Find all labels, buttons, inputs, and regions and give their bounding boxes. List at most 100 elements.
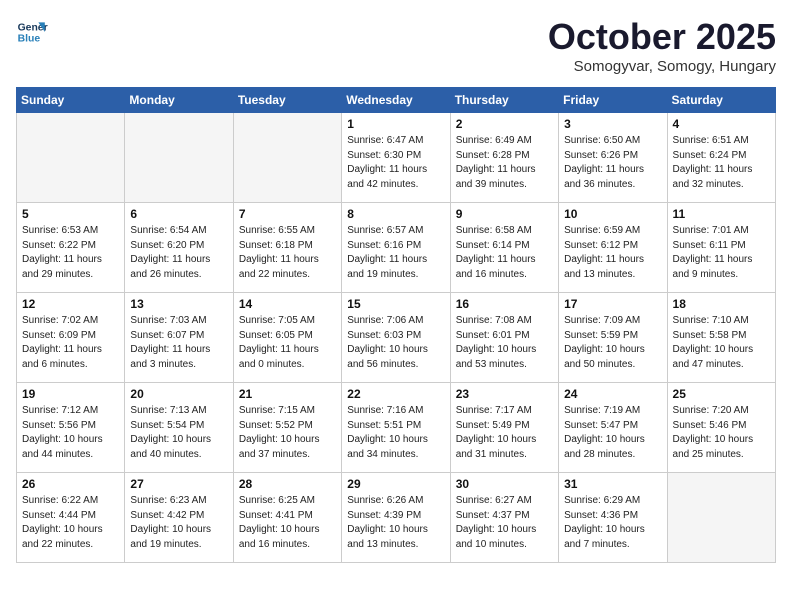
day-number: 1 (347, 117, 444, 131)
day-number: 19 (22, 387, 119, 401)
day-info: Sunrise: 6:50 AM Sunset: 6:26 PM Dayligh… (564, 134, 661, 192)
col-wednesday: Wednesday (342, 88, 450, 113)
day-info: Sunrise: 6:54 AM Sunset: 6:20 PM Dayligh… (130, 224, 227, 282)
day-number: 5 (22, 207, 119, 221)
day-cell (17, 113, 125, 203)
day-number: 24 (564, 387, 661, 401)
day-info: Sunrise: 7:17 AM Sunset: 5:49 PM Dayligh… (456, 404, 553, 462)
day-number: 12 (22, 297, 119, 311)
day-number: 2 (456, 117, 553, 131)
day-cell: 31 Sunrise: 6:29 AM Sunset: 4:36 PM Dayli… (559, 473, 667, 563)
day-info: Sunrise: 6:25 AM Sunset: 4:41 PM Dayligh… (239, 494, 336, 552)
day-info: Sunrise: 6:49 AM Sunset: 6:28 PM Dayligh… (456, 134, 553, 192)
day-cell: 22 Sunrise: 7:16 AM Sunset: 5:51 PM Dayli… (342, 383, 450, 473)
title-block: October 2025 Somogyvar, Somogy, Hungary (548, 16, 776, 75)
day-info: Sunrise: 6:26 AM Sunset: 4:39 PM Dayligh… (347, 494, 444, 552)
day-cell (125, 113, 233, 203)
day-cell: 21 Sunrise: 7:15 AM Sunset: 5:52 PM Dayli… (233, 383, 341, 473)
day-cell: 20 Sunrise: 7:13 AM Sunset: 5:54 PM Dayli… (125, 383, 233, 473)
day-cell: 17 Sunrise: 7:09 AM Sunset: 5:59 PM Dayli… (559, 293, 667, 383)
day-number: 25 (673, 387, 770, 401)
day-cell: 15Sunrise: 7:06 AM Sunset: 6:03 PM Dayli… (342, 293, 450, 383)
day-info: Sunrise: 6:51 AM Sunset: 6:24 PM Dayligh… (673, 134, 770, 192)
day-cell: 19 Sunrise: 7:12 AM Sunset: 5:56 PM Dayli… (17, 383, 125, 473)
day-number: 11 (673, 207, 770, 221)
day-number: 22 (347, 387, 444, 401)
day-number: 20 (130, 387, 227, 401)
week-row-4: 19 Sunrise: 7:12 AM Sunset: 5:56 PM Dayli… (17, 383, 776, 473)
day-info: Sunrise: 6:55 AM Sunset: 6:18 PM Dayligh… (239, 224, 336, 282)
day-info: Sunrise: 7:05 AM Sunset: 6:05 PM Dayligh… (239, 314, 336, 372)
day-number: 29 (347, 477, 444, 491)
day-cell: 7 Sunrise: 6:55 AM Sunset: 6:18 PM Daylig… (233, 203, 341, 293)
day-number: 31 (564, 477, 661, 491)
day-cell: 25 Sunrise: 7:20 AM Sunset: 5:46 PM Dayli… (667, 383, 775, 473)
logo-icon: General Blue (16, 16, 48, 48)
week-row-1: 1Sunrise: 6:47 AM Sunset: 6:30 PM Daylig… (17, 113, 776, 203)
day-number: 6 (130, 207, 227, 221)
day-info: Sunrise: 7:13 AM Sunset: 5:54 PM Dayligh… (130, 404, 227, 462)
day-number: 13 (130, 297, 227, 311)
day-cell: 23Sunrise: 7:17 AM Sunset: 5:49 PM Dayli… (450, 383, 558, 473)
day-cell: 26 Sunrise: 6:22 AM Sunset: 4:44 PM Dayli… (17, 473, 125, 563)
day-cell: 29 Sunrise: 6:26 AM Sunset: 4:39 PM Dayli… (342, 473, 450, 563)
day-cell: 4 Sunrise: 6:51 AM Sunset: 6:24 PM Daylig… (667, 113, 775, 203)
day-info: Sunrise: 6:58 AM Sunset: 6:14 PM Dayligh… (456, 224, 553, 282)
day-cell: 2 Sunrise: 6:49 AM Sunset: 6:28 PM Daylig… (450, 113, 558, 203)
day-cell: 8Sunrise: 6:57 AM Sunset: 6:16 PM Daylig… (342, 203, 450, 293)
day-number: 3 (564, 117, 661, 131)
day-cell: 11 Sunrise: 7:01 AM Sunset: 6:11 PM Dayli… (667, 203, 775, 293)
day-number: 18 (673, 297, 770, 311)
logo: General Blue (16, 16, 48, 48)
day-number: 14 (239, 297, 336, 311)
day-info: Sunrise: 6:22 AM Sunset: 4:44 PM Dayligh… (22, 494, 119, 552)
day-info: Sunrise: 7:16 AM Sunset: 5:51 PM Dayligh… (347, 404, 444, 462)
day-cell: 5 Sunrise: 6:53 AM Sunset: 6:22 PM Daylig… (17, 203, 125, 293)
day-number: 4 (673, 117, 770, 131)
day-number: 28 (239, 477, 336, 491)
day-number: 17 (564, 297, 661, 311)
day-info: Sunrise: 7:06 AM Sunset: 6:03 PM Dayligh… (347, 314, 444, 372)
day-info: Sunrise: 7:03 AM Sunset: 6:07 PM Dayligh… (130, 314, 227, 372)
day-info: Sunrise: 7:08 AM Sunset: 6:01 PM Dayligh… (456, 314, 553, 372)
day-number: 9 (456, 207, 553, 221)
col-friday: Friday (559, 88, 667, 113)
day-info: Sunrise: 7:12 AM Sunset: 5:56 PM Dayligh… (22, 404, 119, 462)
page-header: General Blue October 2025 Somogyvar, Som… (16, 16, 776, 75)
calendar-header-row: Sunday Monday Tuesday Wednesday Thursday… (17, 88, 776, 113)
day-info: Sunrise: 7:02 AM Sunset: 6:09 PM Dayligh… (22, 314, 119, 372)
day-cell: 13 Sunrise: 7:03 AM Sunset: 6:07 PM Dayli… (125, 293, 233, 383)
day-cell: 3 Sunrise: 6:50 AM Sunset: 6:26 PM Daylig… (559, 113, 667, 203)
day-cell: 28 Sunrise: 6:25 AM Sunset: 4:41 PM Dayli… (233, 473, 341, 563)
day-info: Sunrise: 7:09 AM Sunset: 5:59 PM Dayligh… (564, 314, 661, 372)
day-info: Sunrise: 6:59 AM Sunset: 6:12 PM Dayligh… (564, 224, 661, 282)
month-title: October 2025 (548, 16, 776, 58)
day-cell: 24Sunrise: 7:19 AM Sunset: 5:47 PM Dayli… (559, 383, 667, 473)
day-cell: 16 Sunrise: 7:08 AM Sunset: 6:01 PM Dayli… (450, 293, 558, 383)
day-number: 27 (130, 477, 227, 491)
day-cell: 10Sunrise: 6:59 AM Sunset: 6:12 PM Dayli… (559, 203, 667, 293)
day-cell: 1Sunrise: 6:47 AM Sunset: 6:30 PM Daylig… (342, 113, 450, 203)
day-cell: 6 Sunrise: 6:54 AM Sunset: 6:20 PM Daylig… (125, 203, 233, 293)
week-row-2: 5 Sunrise: 6:53 AM Sunset: 6:22 PM Daylig… (17, 203, 776, 293)
day-cell: 12 Sunrise: 7:02 AM Sunset: 6:09 PM Dayli… (17, 293, 125, 383)
day-info: Sunrise: 7:15 AM Sunset: 5:52 PM Dayligh… (239, 404, 336, 462)
subtitle: Somogyvar, Somogy, Hungary (548, 58, 776, 75)
col-thursday: Thursday (450, 88, 558, 113)
day-info: Sunrise: 7:01 AM Sunset: 6:11 PM Dayligh… (673, 224, 770, 282)
day-cell (233, 113, 341, 203)
day-number: 7 (239, 207, 336, 221)
day-info: Sunrise: 7:20 AM Sunset: 5:46 PM Dayligh… (673, 404, 770, 462)
day-number: 30 (456, 477, 553, 491)
day-info: Sunrise: 6:53 AM Sunset: 6:22 PM Dayligh… (22, 224, 119, 282)
day-cell: 18Sunrise: 7:10 AM Sunset: 5:58 PM Dayli… (667, 293, 775, 383)
day-number: 21 (239, 387, 336, 401)
day-info: Sunrise: 6:57 AM Sunset: 6:16 PM Dayligh… (347, 224, 444, 282)
day-info: Sunrise: 6:29 AM Sunset: 4:36 PM Dayligh… (564, 494, 661, 552)
day-number: 26 (22, 477, 119, 491)
day-number: 16 (456, 297, 553, 311)
day-cell: 30 Sunrise: 6:27 AM Sunset: 4:37 PM Dayli… (450, 473, 558, 563)
day-info: Sunrise: 6:27 AM Sunset: 4:37 PM Dayligh… (456, 494, 553, 552)
col-saturday: Saturday (667, 88, 775, 113)
col-sunday: Sunday (17, 88, 125, 113)
